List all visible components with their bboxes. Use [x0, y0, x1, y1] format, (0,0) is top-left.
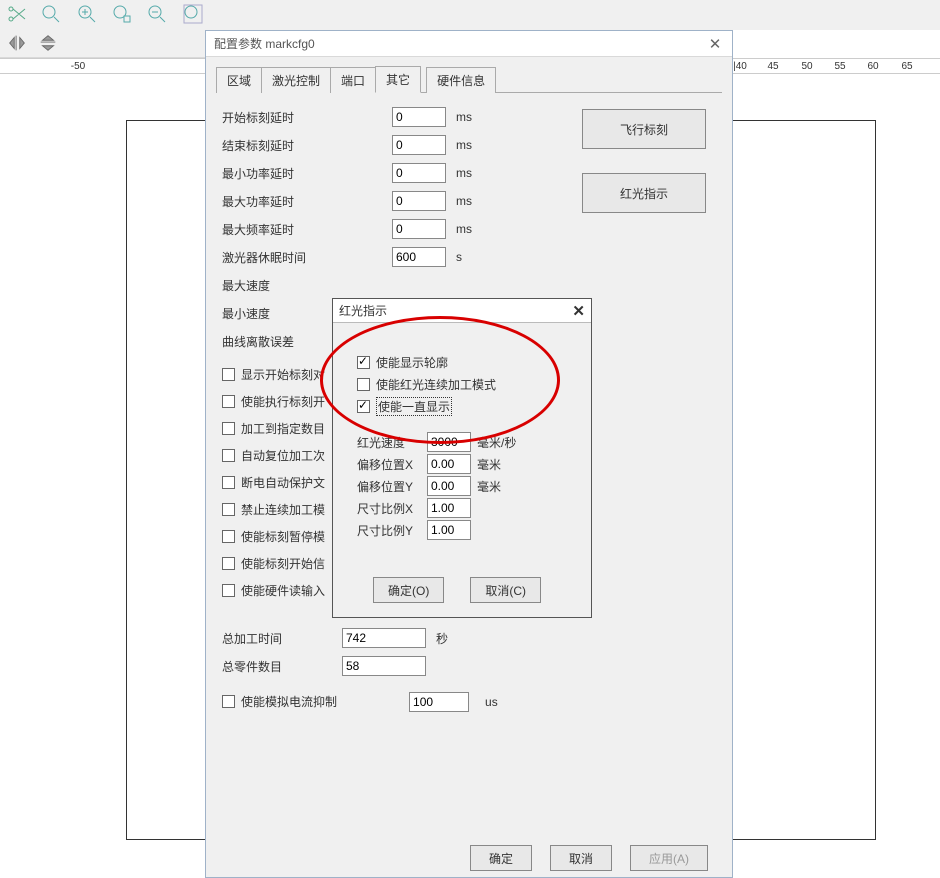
checkbox[interactable] [222, 449, 235, 462]
min-power-delay-input[interactable] [392, 163, 446, 183]
checkbox[interactable] [222, 422, 235, 435]
row-label: 最大频率延时 [222, 221, 392, 238]
check-label: 使能标刻开始信 [241, 555, 325, 572]
check-label: 使能执行标刻开 [241, 393, 325, 410]
flip-horizontal-icon[interactable] [6, 32, 30, 56]
sim-current-input[interactable] [409, 692, 469, 712]
row-label: 结束标刻延时 [222, 137, 392, 154]
max-power-delay-input[interactable] [392, 191, 446, 211]
check-label: 使能一直显示 [376, 397, 452, 416]
tab-laser[interactable]: 激光控制 [261, 67, 331, 93]
inner-cancel-button[interactable]: 取消(C) [470, 577, 541, 603]
inner-label: 偏移位置X [357, 456, 427, 473]
tab-area[interactable]: 区域 [216, 67, 262, 93]
check-label: 使能硬件读输入 [241, 582, 325, 599]
inner-label: 尺寸比例X [357, 500, 427, 517]
scale-y-input[interactable] [427, 520, 471, 540]
row-label: 开始标刻延时 [222, 109, 392, 126]
row-label: 激光器休眠时间 [222, 249, 392, 266]
zoom-fit-icon[interactable] [181, 2, 205, 26]
apply-button[interactable]: 应用(A) [630, 845, 708, 871]
flip-toolbar [0, 30, 205, 58]
check-label: 自动复位加工次 [241, 447, 325, 464]
inner-label: 偏移位置Y [357, 478, 427, 495]
checkbox[interactable] [222, 584, 235, 597]
main-toolbar [0, 0, 940, 30]
magnifier-icon[interactable] [39, 2, 63, 26]
row-label: 最大速度 [222, 277, 392, 294]
close-icon[interactable]: ✕ [706, 35, 724, 53]
checkbox[interactable] [222, 557, 235, 570]
check-label: 显示开始标刻对 [241, 366, 325, 383]
inner-title: 红光指示 [339, 302, 572, 319]
checkbox[interactable] [222, 530, 235, 543]
inner-titlebar: 红光指示 ✕ [333, 299, 591, 323]
row-label: 最小功率延时 [222, 165, 392, 182]
tab-hardware[interactable]: 硬件信息 [426, 67, 496, 93]
total-time-label: 总加工时间 [222, 630, 342, 647]
check-label: 加工到指定数目 [241, 420, 325, 437]
offset-x-input[interactable] [427, 454, 471, 474]
checkbox[interactable] [357, 378, 370, 391]
check-label: 禁止连续加工模 [241, 501, 325, 518]
dialog-title: 配置参数 markcfg0 [214, 35, 706, 52]
zoom-out-icon[interactable] [145, 2, 169, 26]
tab-bar: 区域 激光控制 端口 其它 硬件信息 [216, 65, 722, 93]
inner-label: 尺寸比例Y [357, 522, 427, 539]
checkbox[interactable] [357, 356, 370, 369]
scale-x-input[interactable] [427, 498, 471, 518]
scissors-icon[interactable] [4, 2, 28, 26]
inner-label: 红光速度 [357, 434, 427, 451]
checkbox[interactable] [222, 395, 235, 408]
zoom-area-icon[interactable] [110, 2, 134, 26]
red-light-button[interactable]: 红光指示 [582, 173, 706, 213]
total-count-label: 总零件数目 [222, 658, 342, 675]
total-time-input[interactable] [342, 628, 426, 648]
offset-y-input[interactable] [427, 476, 471, 496]
row-label: 最大功率延时 [222, 193, 392, 210]
checkbox[interactable] [222, 368, 235, 381]
red-speed-input[interactable] [427, 432, 471, 452]
sleep-time-input[interactable] [392, 247, 446, 267]
check-label: 断电自动保护文 [241, 474, 325, 491]
end-delay-input[interactable] [392, 135, 446, 155]
checkbox[interactable] [222, 695, 235, 708]
red-light-dialog: 红光指示 ✕ 使能显示轮廓 使能红光连续加工模式 使能一直显示 红光速度毫米/秒… [332, 298, 592, 618]
zoom-in-icon[interactable] [75, 2, 99, 26]
cancel-button[interactable]: 取消 [550, 845, 612, 871]
check-label: 使能标刻暂停模 [241, 528, 325, 545]
check-label: 使能红光连续加工模式 [376, 376, 496, 393]
checkbox[interactable] [222, 503, 235, 516]
tab-other[interactable]: 其它 [375, 66, 421, 93]
check-label: 使能显示轮廓 [376, 354, 448, 371]
flip-vertical-icon[interactable] [37, 32, 61, 56]
check-label: 使能模拟电流抑制 [241, 693, 337, 710]
checkbox[interactable] [222, 476, 235, 489]
tab-port[interactable]: 端口 [330, 67, 376, 93]
ok-button[interactable]: 确定 [470, 845, 532, 871]
inner-ok-button[interactable]: 确定(O) [373, 577, 444, 603]
fly-mark-button[interactable]: 飞行标刻 [582, 109, 706, 149]
max-freq-delay-input[interactable] [392, 219, 446, 239]
close-icon[interactable]: ✕ [572, 302, 585, 320]
total-count-input[interactable] [342, 656, 426, 676]
start-delay-input[interactable] [392, 107, 446, 127]
dialog-titlebar: 配置参数 markcfg0 ✕ [206, 31, 732, 57]
checkbox[interactable] [357, 400, 370, 413]
